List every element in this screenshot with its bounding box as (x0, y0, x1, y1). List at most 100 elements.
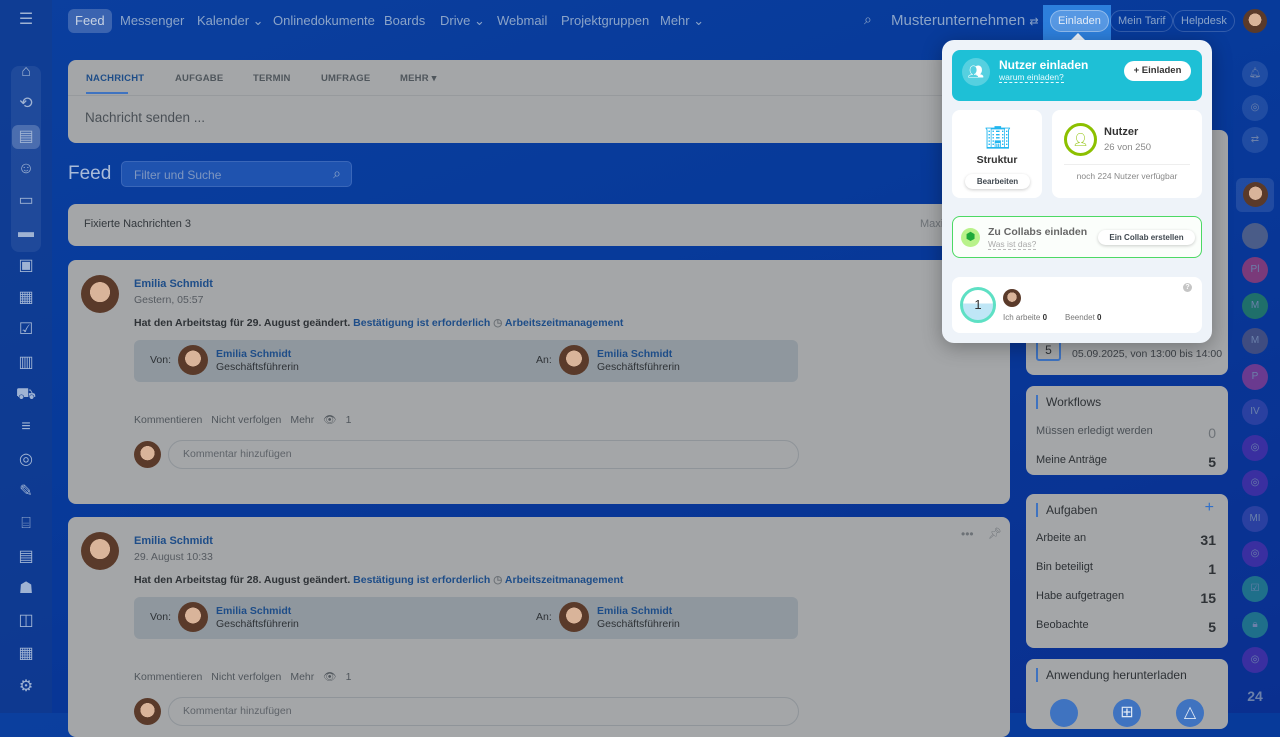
task-chat-icon[interactable]: ☑ (1242, 576, 1268, 602)
chat-initials[interactable]: Pl (1242, 257, 1268, 283)
box-icon[interactable]: ◫ (14, 609, 38, 633)
invite-button[interactable]: + Einladen (1124, 61, 1191, 81)
windows-icon[interactable]: ⊞ (1113, 699, 1141, 727)
unfollow-link[interactable]: Nicht verfolgen (211, 671, 281, 683)
tab-mehr[interactable]: MEHR ▾ (400, 73, 437, 84)
pin-icon[interactable]: 📌︎ (988, 527, 1002, 540)
tab-nachricht[interactable]: NACHRICHT (86, 73, 144, 84)
search-icon[interactable]: ⌕ (333, 165, 341, 182)
chat-initials[interactable]: M (1242, 293, 1268, 319)
module-link[interactable]: Arbeitszeitmanagement (505, 574, 623, 586)
maximize-link[interactable]: Maxi (920, 218, 943, 230)
company-name[interactable]: Musterunternehmen ⇄ (891, 12, 1039, 29)
more-link[interactable]: Mehr (290, 414, 314, 426)
nav-onlinedokumente[interactable]: Onlinedokumente (266, 9, 382, 33)
post-time[interactable]: Gestern, 05:57 (134, 294, 203, 306)
lock-icon[interactable]: 🔒︎ (1242, 612, 1268, 638)
comment-input[interactable]: Kommentar hinzufügen (168, 697, 799, 726)
from-avatar[interactable] (178, 602, 208, 632)
comment-input[interactable]: Kommentar hinzufügen (168, 440, 799, 469)
from-name[interactable]: Emilia Schmidt (216, 348, 291, 360)
nav-messenger[interactable]: Messenger (113, 9, 191, 33)
schedule-icon[interactable]: ▦ (14, 642, 38, 666)
collab-info-link[interactable]: Was ist das? (988, 239, 1037, 250)
task-row[interactable]: Beobachte 5 (1036, 619, 1216, 635)
tasks-icon[interactable]: ☑ (14, 318, 38, 342)
confirmation-link[interactable]: Bestätigung ist erforderlich (353, 317, 490, 329)
from-avatar[interactable] (178, 345, 208, 375)
target-icon[interactable]: ◎ (14, 448, 38, 472)
comment-link[interactable]: Kommentieren (134, 671, 202, 683)
to-avatar[interactable] (559, 602, 589, 632)
pinned-messages[interactable]: Fixierte Nachrichten 3 Maxi (68, 204, 1010, 246)
unfollow-link[interactable]: Nicht verfolgen (211, 414, 281, 426)
more-link[interactable]: Mehr (290, 671, 314, 683)
robot-icon[interactable]: ☗ (14, 577, 38, 601)
post-time[interactable]: 29. August 10:33 (134, 551, 213, 563)
nav-boards[interactable]: Boards (377, 9, 432, 33)
tab-umfrage[interactable]: UMFRAGE (321, 73, 370, 84)
tab-termin[interactable]: TERMIN (253, 73, 291, 84)
nav-projektgruppen[interactable]: Projektgruppen (554, 9, 656, 33)
event-date[interactable]: 05.09.2025, von 13:00 bis 14:00 (1072, 348, 1222, 360)
feed-icon[interactable]: ▤ (12, 125, 40, 149)
tariff-button[interactable]: Mein Tarif (1110, 10, 1174, 32)
tab-aufgabe[interactable]: AUFGABE (175, 73, 223, 84)
chart-icon[interactable]: ▥ (14, 351, 38, 375)
helpdesk-button[interactable]: Helpdesk (1173, 10, 1235, 32)
settings-icon[interactable]: ⚙ (14, 675, 38, 699)
worker-avatar[interactable] (1003, 289, 1021, 307)
linux-icon[interactable]: △ (1176, 699, 1204, 727)
document-icon[interactable]: ▭ (14, 189, 38, 213)
board-icon[interactable]: ▣ (14, 254, 38, 278)
warehouse-icon[interactable]: ⌸ (14, 512, 38, 536)
calendar-icon[interactable]: ▦ (14, 286, 38, 310)
filter-search-input[interactable]: Filter und Suche ⌕ (121, 161, 352, 187)
author-name[interactable]: Emilia Schmidt (134, 535, 213, 547)
chat-initials[interactable]: MI (1242, 506, 1268, 532)
chat-avatar[interactable] (1242, 223, 1268, 249)
chat-initials[interactable]: IV (1242, 399, 1268, 425)
bell-icon[interactable]: 🔔︎ (1242, 61, 1268, 87)
bitrix24-logo[interactable]: 24 (1242, 683, 1268, 709)
task-row[interactable]: Arbeite an 31 (1036, 532, 1216, 548)
nav-kalender[interactable]: Kalender ⌄ (190, 9, 271, 33)
author-avatar[interactable] (81, 275, 119, 313)
from-name[interactable]: Emilia Schmidt (216, 605, 291, 617)
chat-transfer-icon[interactable]: ⇄ (1242, 127, 1268, 153)
funnel-icon[interactable]: ≡ (14, 415, 38, 439)
chat-initials[interactable]: M (1242, 328, 1268, 354)
flow-icon[interactable]: ⟲ (14, 92, 38, 116)
add-task-button[interactable]: + (1205, 499, 1214, 517)
to-name[interactable]: Emilia Schmidt (597, 605, 672, 617)
help-icon[interactable]: ? (1183, 283, 1192, 292)
structure-card[interactable]: 🏢︎ Struktur Bearbeiten (952, 110, 1042, 198)
edit-structure-button[interactable]: Bearbeiten (965, 174, 1030, 189)
chat-avatar[interactable] (1243, 182, 1268, 207)
author-avatar[interactable] (81, 532, 119, 570)
why-invite-link[interactable]: warum einladen? (999, 72, 1064, 83)
nav-mehr[interactable]: Mehr ⌄ (653, 9, 711, 33)
copilot-chat-icon[interactable]: ◎ (1242, 647, 1268, 673)
apple-icon[interactable] (1050, 699, 1078, 727)
workflow-row[interactable]: Meine Anträge 5 (1036, 454, 1216, 470)
workflow-row[interactable]: Müssen erledigt werden 0 (1036, 425, 1216, 441)
nav-drive[interactable]: Drive ⌄ (433, 9, 492, 33)
to-name[interactable]: Emilia Schmidt (597, 348, 672, 360)
pen-icon[interactable]: ✎ (14, 480, 38, 504)
author-name[interactable]: Emilia Schmidt (134, 278, 213, 290)
copilot-chat-icon[interactable]: ◎ (1242, 541, 1268, 567)
search-icon[interactable]: ⌕ (864, 11, 872, 28)
task-row[interactable]: Bin beteiligt 1 (1036, 561, 1216, 577)
people-icon[interactable]: ☺ (14, 157, 38, 181)
user-avatar[interactable] (1243, 9, 1267, 33)
drive-icon[interactable]: ▬ (14, 221, 38, 245)
home-icon[interactable]: ⌂ (14, 60, 38, 84)
message-input[interactable]: Nachricht senden ... (85, 110, 205, 125)
copilot-icon[interactable]: ◎ (1242, 95, 1268, 121)
comment-link[interactable]: Kommentieren (134, 414, 202, 426)
task-row[interactable]: Habe aufgetragen 15 (1036, 590, 1216, 606)
copilot-chat-icon[interactable]: ◎ (1242, 435, 1268, 461)
confirmation-link[interactable]: Bestätigung ist erforderlich (353, 574, 490, 586)
card-icon[interactable]: ▤ (14, 545, 38, 569)
